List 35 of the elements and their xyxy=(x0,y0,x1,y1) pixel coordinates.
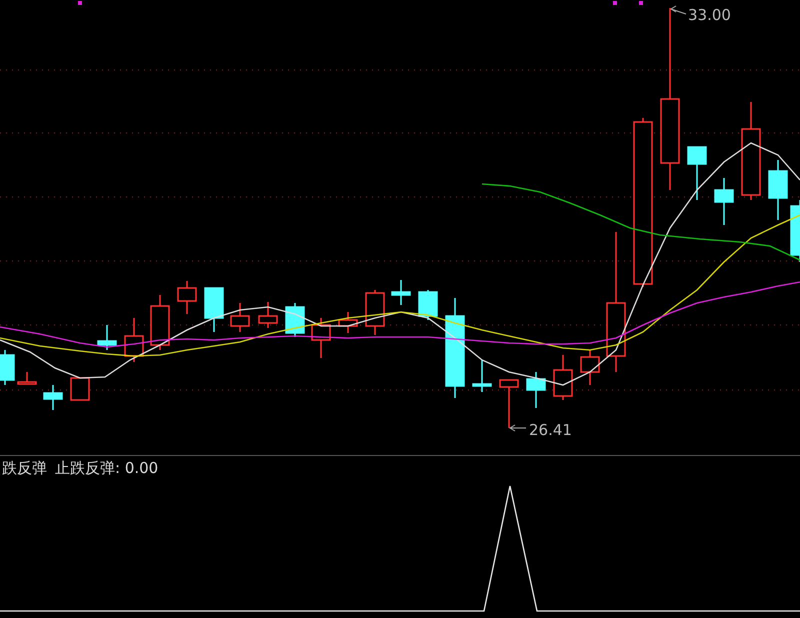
low-price-label: 26.41 xyxy=(529,421,572,439)
candlestick xyxy=(204,287,224,332)
candlestick xyxy=(150,295,170,350)
candlestick xyxy=(768,160,788,220)
candlestick xyxy=(687,146,707,200)
signal-marker xyxy=(613,1,617,5)
candlestick xyxy=(70,377,90,401)
candlestick xyxy=(790,200,800,262)
high-pointer-arrow xyxy=(670,6,686,14)
candlestick xyxy=(472,360,492,392)
candlestick xyxy=(365,290,385,335)
candlestick xyxy=(177,281,197,314)
candlestick xyxy=(391,280,411,305)
low-pointer-arrow xyxy=(509,424,526,432)
indicator-value: 止跌反弹: 0.00 xyxy=(55,458,158,478)
indicator-title: 跌反弹 xyxy=(2,458,47,478)
candlestick xyxy=(43,385,63,410)
candlestick xyxy=(230,303,250,332)
candlestick xyxy=(258,302,278,328)
candlestick xyxy=(714,178,734,225)
candlestick xyxy=(285,303,305,337)
candlestick xyxy=(553,355,573,400)
candlestick xyxy=(17,372,37,385)
candlestick xyxy=(124,318,144,362)
candlestick xyxy=(97,325,117,350)
high-price-label: 33.00 xyxy=(688,6,731,24)
candlestick xyxy=(311,318,331,358)
candlestick xyxy=(0,350,15,385)
candlestick xyxy=(418,290,438,320)
candlestick xyxy=(526,372,546,408)
candlestick xyxy=(338,312,358,333)
candlestick xyxy=(580,350,600,385)
candlestick xyxy=(499,379,519,428)
signal-marker xyxy=(78,1,82,5)
signal-marker xyxy=(639,1,643,5)
